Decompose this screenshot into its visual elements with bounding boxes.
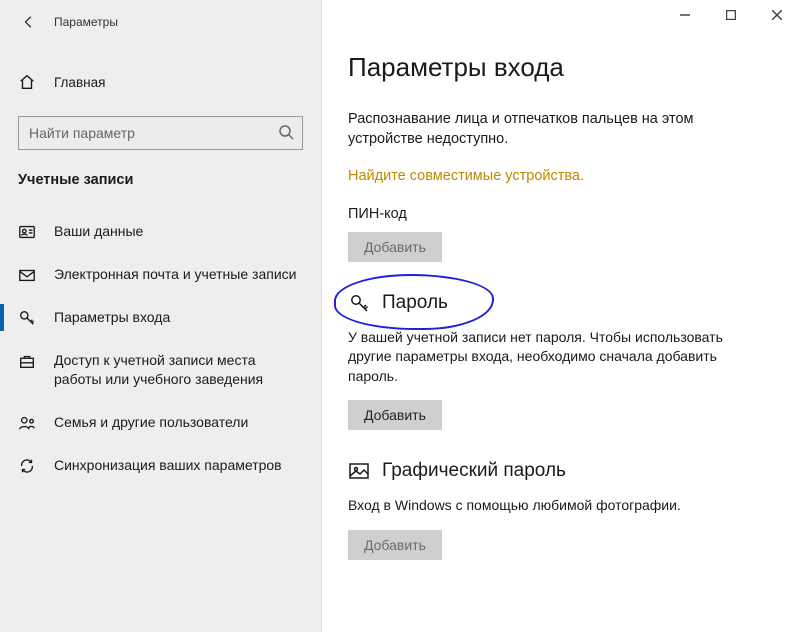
nav-label: Параметры входа [54, 308, 170, 327]
nav-label: Доступ к учетной записи места работы или… [54, 351, 303, 389]
nav-label: Семья и другие пользователи [54, 413, 248, 432]
window-title: Параметры [54, 15, 118, 29]
section-heading: Учетные записи [0, 150, 321, 198]
password-heading-text: Пароль [382, 292, 448, 314]
picture-icon [348, 460, 370, 482]
add-pin-button[interactable]: Добавить [348, 232, 442, 262]
sidebar-item-email-accounts[interactable]: Электронная почта и учетные записи [0, 253, 321, 296]
search-input[interactable]: Найти параметр [18, 116, 303, 150]
sidebar-item-your-info[interactable]: Ваши данные [0, 210, 321, 253]
nav-label: Синхронизация ваших параметров [54, 456, 282, 475]
intro-text: Распознавание лица и отпечатков пальцев … [348, 109, 766, 150]
sidebar-item-family[interactable]: Семья и другие пользователи [0, 401, 321, 444]
sidebar-item-work-access[interactable]: Доступ к учетной записи места работы или… [0, 339, 321, 401]
home-label: Главная [54, 75, 105, 90]
mail-icon [18, 266, 36, 284]
add-picture-password-button[interactable]: Добавить [348, 530, 442, 560]
person-card-icon [18, 223, 36, 241]
key-icon [18, 309, 36, 327]
briefcase-icon [18, 352, 36, 370]
sync-icon [18, 457, 36, 475]
back-button[interactable] [14, 7, 44, 37]
add-password-button[interactable]: Добавить [348, 400, 442, 430]
page-title: Параметры входа [348, 52, 766, 83]
sidebar-item-sync[interactable]: Синхронизация ваших параметров [0, 444, 321, 487]
search-icon [278, 124, 294, 143]
picture-heading-text: Графический пароль [382, 460, 566, 482]
nav-label: Электронная почта и учетные записи [54, 265, 296, 284]
key-icon [348, 292, 370, 314]
home-icon [18, 73, 36, 91]
nav-label: Ваши данные [54, 222, 143, 241]
pin-label: ПИН-код [348, 206, 766, 222]
sidebar-item-signin-options[interactable]: Параметры входа [0, 296, 321, 339]
home-nav[interactable]: Главная [0, 62, 321, 102]
password-note: У вашей учетной записи нет пароля. Чтобы… [348, 328, 766, 387]
compatible-devices-link[interactable]: Найдите совместимые устройства. [348, 168, 766, 184]
search-placeholder: Найти параметр [29, 125, 278, 141]
people-icon [18, 414, 36, 432]
password-section-heading: Пароль [348, 292, 766, 314]
picture-password-heading: Графический пароль [348, 460, 766, 482]
picture-note: Вход в Windows с помощью любимой фотогра… [348, 496, 766, 516]
